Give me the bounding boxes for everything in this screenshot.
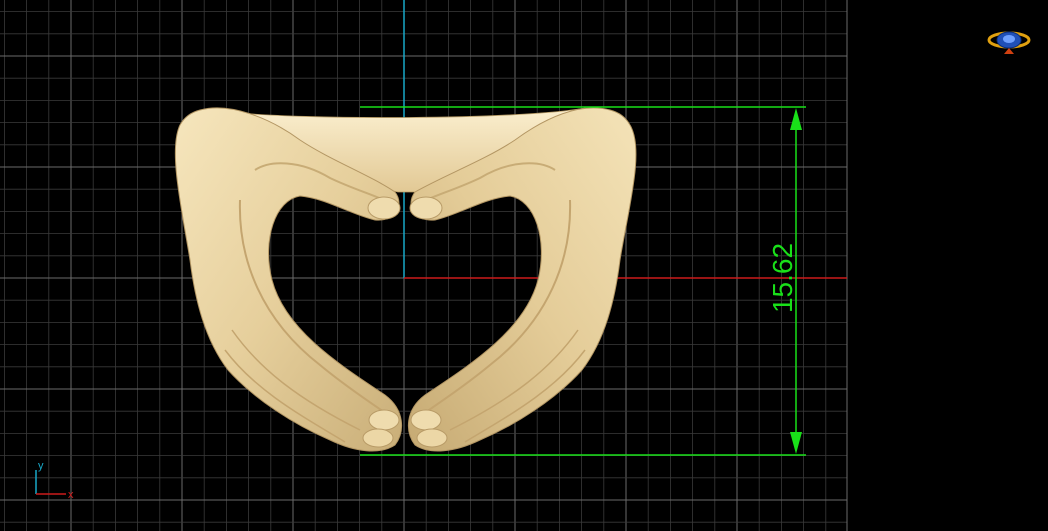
right-thumb-tip [409, 196, 443, 220]
left-fingertip-2 [362, 428, 394, 448]
cad-viewport[interactable]: 15.62 y x [0, 0, 1048, 531]
scene-canvas[interactable]: 15.62 y x [0, 0, 1048, 531]
viewport-background [0, 0, 1048, 531]
right-fingertip [410, 409, 442, 431]
dimension-value: 15.62 [767, 243, 798, 313]
triad-y-label: y [38, 460, 44, 472]
right-fingertip-2 [416, 428, 448, 448]
triad-x-label: x [68, 489, 74, 501]
left-thumb-tip [367, 196, 401, 220]
left-fingertip [368, 409, 400, 431]
